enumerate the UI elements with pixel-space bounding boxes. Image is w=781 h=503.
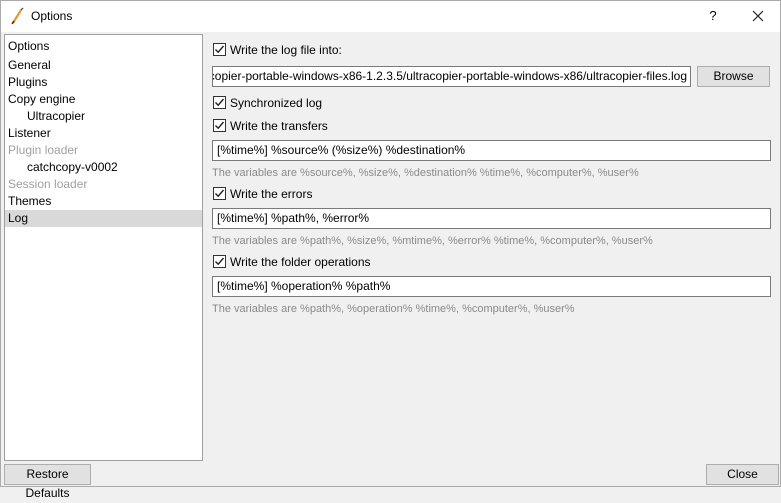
- browse-button[interactable]: Browse: [697, 66, 770, 87]
- sidebar-item-general[interactable]: General: [5, 57, 202, 74]
- ultracopier-app-icon: [10, 7, 26, 25]
- sidebar-item-ultracopier[interactable]: Ultracopier: [5, 108, 202, 125]
- checkmark-icon: [215, 121, 225, 130]
- close-icon: [752, 10, 764, 22]
- window-close-button[interactable]: [746, 5, 770, 27]
- write-folder-ops-label: Write the folder operations: [230, 255, 371, 269]
- sync-log-checkbox[interactable]: [213, 96, 226, 109]
- transfers-hint: The variables are %source%, %size%, %des…: [212, 167, 639, 179]
- checkmark-icon: [215, 189, 225, 198]
- write-log-checkbox[interactable]: [213, 43, 226, 56]
- sidebar-item-plugin-loader: Plugin loader: [8, 143, 79, 157]
- write-folder-ops-checkbox[interactable]: [213, 255, 226, 268]
- transfers-format-input[interactable]: [%time%] %source% (%size%) %destination%: [212, 140, 771, 161]
- write-transfers-label: Write the transfers: [230, 119, 328, 133]
- write-errors-checkbox[interactable]: [213, 187, 226, 200]
- options-window: Options ? Options General Plugins Copy e…: [0, 0, 781, 500]
- help-button[interactable]: ?: [701, 5, 725, 27]
- sidebar-item-listener[interactable]: Listener: [5, 125, 202, 142]
- title-bar: Options ?: [1, 1, 780, 32]
- write-log-label: Write the log file into:: [230, 43, 342, 57]
- restore-defaults-button[interactable]: Restore Defaults: [4, 464, 91, 500]
- folder-ops-hint: The variables are %path%, %operation% %t…: [212, 303, 575, 315]
- sync-log-label: Synchronized log: [230, 96, 323, 110]
- sidebar-item-options[interactable]: Options: [5, 38, 202, 55]
- checkmark-icon: [215, 98, 225, 107]
- sidebar-item-plugins[interactable]: Plugins: [5, 74, 202, 91]
- log-path-input[interactable]: /ultracopier-portable-windows-x86-1.2.3.…: [212, 66, 691, 87]
- sidebar-item-session-loader: Session loader: [8, 177, 88, 191]
- log-path-value: /ultracopier-portable-windows-x86-1.2.3.…: [212, 69, 687, 83]
- write-transfers-checkbox[interactable]: [213, 119, 226, 132]
- errors-format-input[interactable]: [%time%] %path%, %error%: [212, 208, 771, 229]
- checkmark-icon: [215, 257, 225, 266]
- sidebar-item-catchcopy[interactable]: catchcopy-v0002: [5, 159, 202, 176]
- sidebar-item-themes[interactable]: Themes: [5, 193, 202, 210]
- window-title: Options: [31, 9, 73, 23]
- errors-hint: The variables are %path%, %size%, %mtime…: [212, 235, 653, 247]
- folder-ops-format-input[interactable]: [%time%] %operation% %path%: [212, 276, 771, 297]
- sidebar-item-copy-engine[interactable]: Copy engine: [5, 91, 202, 108]
- close-button[interactable]: Close: [706, 464, 779, 485]
- options-sidebar: Options General Plugins Copy engine Ultr…: [4, 34, 203, 461]
- write-errors-label: Write the errors: [230, 187, 313, 201]
- sidebar-item-log[interactable]: Log: [5, 210, 202, 227]
- checkmark-icon: [215, 45, 225, 54]
